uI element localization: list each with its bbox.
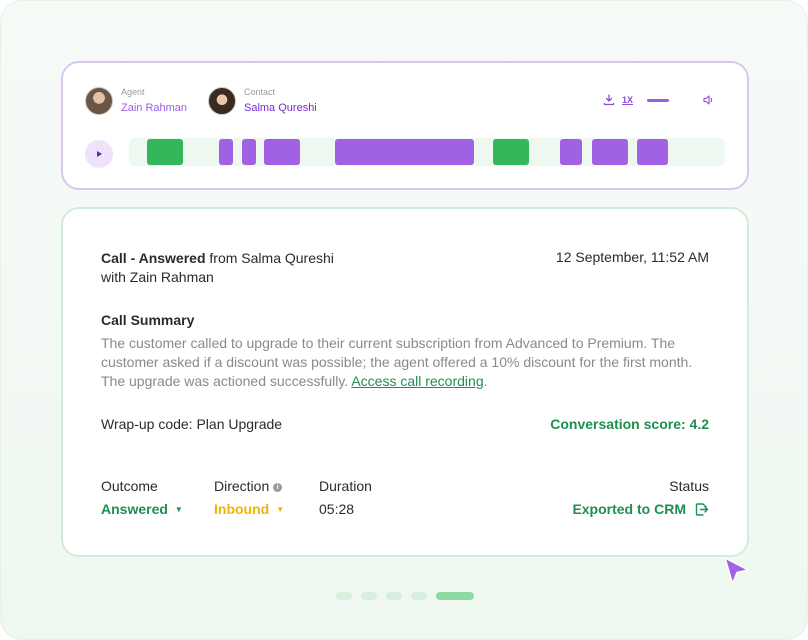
- play-button[interactable]: [85, 140, 113, 168]
- call-with: with Zain Rahman: [101, 269, 214, 285]
- playback-speed-button[interactable]: 1X: [622, 95, 633, 105]
- outcome-label: Outcome: [101, 478, 158, 494]
- contact-info: Contact Salma Qureshi: [208, 87, 317, 115]
- duration-label: Duration: [319, 478, 372, 494]
- caret-down-icon: ▼: [174, 504, 183, 514]
- agent-name: Zain Rahman: [121, 102, 188, 114]
- call-title: Call - Answered from Salma Qureshi with …: [101, 249, 334, 287]
- timeline-segment-agent: [147, 139, 183, 165]
- player-controls: 1X: [602, 93, 715, 107]
- pager-dot[interactable]: [386, 592, 402, 600]
- call-detail-card: Call - Answered from Salma Qureshi with …: [61, 207, 749, 557]
- contact-name: Salma Qureshi: [244, 102, 317, 114]
- pager-dot[interactable]: [336, 592, 352, 600]
- timeline-segment-contact: [264, 139, 300, 165]
- call-player-card: Agent Zain Rahman Contact Salma Qureshi …: [61, 61, 749, 190]
- outcome-dropdown[interactable]: Answered ▼: [101, 501, 183, 517]
- pager-dot-active[interactable]: [436, 592, 474, 600]
- timeline-segment-contact: [560, 139, 582, 165]
- direction-dropdown[interactable]: Inbound ▼: [214, 501, 284, 517]
- download-icon[interactable]: [602, 93, 616, 107]
- summary-text: The customer called to upgrade to their …: [101, 334, 713, 391]
- agent-info: Agent Zain Rahman: [85, 87, 187, 115]
- conversation-score: Conversation score: 4.2: [550, 416, 709, 432]
- status-label: Status: [669, 478, 709, 494]
- call-from: from Salma Qureshi: [205, 250, 334, 266]
- timeline-segment-contact: [242, 139, 256, 165]
- summary-end: .: [483, 373, 488, 389]
- pager-dot[interactable]: [411, 592, 427, 600]
- page-frame: Agent Zain Rahman Contact Salma Qureshi …: [0, 0, 808, 640]
- timeline-segment-agent: [493, 139, 529, 165]
- direction-label-wrap: Direction i: [214, 478, 283, 494]
- call-timeline[interactable]: [129, 138, 725, 166]
- info-icon[interactable]: i: [273, 483, 283, 492]
- caret-down-icon: ▼: [276, 504, 285, 514]
- contact-role-label: Contact: [244, 87, 276, 97]
- duration-value: 05:28: [319, 501, 355, 517]
- contact-avatar: [208, 87, 236, 115]
- wrapup-code: Wrap-up code: Plan Upgrade: [101, 416, 283, 432]
- timeline-segment-contact: [592, 139, 628, 165]
- carousel-pager: [336, 592, 474, 600]
- status-text: Exported to CRM: [572, 501, 686, 517]
- export-icon: [694, 502, 709, 517]
- pager-dot[interactable]: [361, 592, 377, 600]
- call-status-title: Call - Answered: [101, 250, 206, 266]
- speaker-icon[interactable]: [701, 93, 715, 107]
- agent-avatar: [85, 87, 113, 115]
- call-recording-link[interactable]: Access call recording: [351, 373, 483, 389]
- summary-heading: Call Summary: [101, 312, 195, 328]
- volume-slider[interactable]: [647, 98, 669, 102]
- play-icon: [97, 151, 102, 157]
- direction-value: Inbound: [214, 501, 270, 517]
- status-value[interactable]: Exported to CRM: [572, 501, 709, 517]
- timeline-segment-contact: [219, 139, 233, 165]
- call-datetime: 12 September, 11:52 AM: [555, 249, 709, 265]
- direction-label: Direction: [214, 478, 270, 494]
- outcome-value: Answered: [101, 501, 168, 517]
- timeline-segment-contact: [335, 139, 474, 165]
- timeline-segment-contact: [637, 139, 668, 165]
- agent-role-label: Agent: [121, 87, 145, 97]
- cursor-pointer-icon: [721, 555, 751, 592]
